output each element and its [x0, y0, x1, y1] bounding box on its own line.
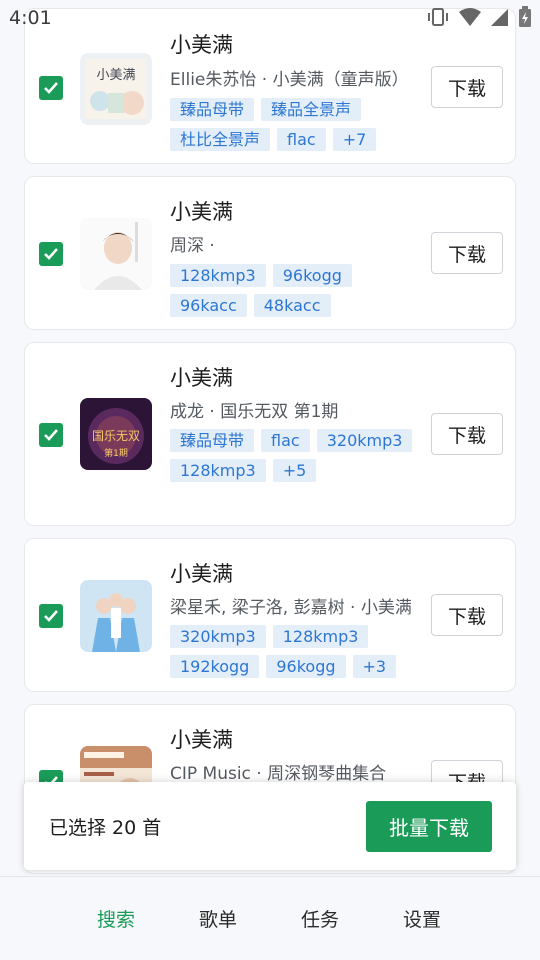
song-artist: 梁星禾, 梁子洛, 彭嘉树 · 小美满 — [170, 598, 412, 618]
quality-tags: 128kmp3 96kogg 96kacc 48kacc — [170, 264, 420, 317]
quality-tag: 臻品母带 — [170, 429, 255, 452]
quality-tag: 臻品全景声 — [261, 98, 362, 121]
status-bar: 4:01 — [0, 0, 540, 36]
song-title: 小美满 — [170, 200, 233, 224]
song-title: 小美满 — [170, 728, 233, 752]
song-title: 小美满 — [170, 366, 233, 390]
quality-tag-more: +7 — [332, 128, 377, 151]
download-button[interactable]: 下载 — [431, 232, 503, 274]
quality-tag: 320kmp3 — [170, 625, 266, 648]
song-artist: CIP Music · 周深钢琴曲集合 — [170, 764, 387, 784]
song-artist: Ellie朱苏怡 · 小美满（童声版） — [170, 70, 409, 90]
download-button[interactable]: 下载 — [431, 413, 503, 455]
signal-icon — [491, 9, 508, 26]
song-checkbox[interactable] — [39, 76, 63, 100]
nav-settings[interactable]: 设置 — [403, 905, 441, 932]
cover-subtext: 第1期 — [104, 447, 128, 459]
quality-tag: 96kacc — [170, 294, 247, 317]
quality-tag: 128kmp3 — [170, 264, 266, 287]
check-icon — [44, 429, 58, 441]
quality-tag: 96kogg — [266, 655, 346, 678]
album-cover: 小美满 — [80, 53, 152, 125]
quality-tags: 320kmp3 128kmp3 192kogg 96kogg +3 — [170, 625, 420, 678]
vibrate-icon — [428, 8, 448, 26]
song-card: 小美满 梁星禾, 梁子洛, 彭嘉树 · 小美满 320kmp3 128kmp3 … — [24, 538, 516, 692]
album-cover — [80, 580, 152, 652]
bulk-action-bar: 已选择 20 首 批量下载 — [24, 782, 516, 870]
song-artist: 周深 · — [170, 236, 215, 256]
quality-tags: 臻品母带 flac 320kmp3 128kmp3 +5 — [170, 429, 420, 482]
nav-tasks[interactable]: 任务 — [301, 905, 339, 932]
quality-tag: flac — [261, 429, 310, 452]
wifi-icon — [459, 8, 481, 26]
quality-tag: 128kmp3 — [170, 459, 266, 482]
battery-icon — [519, 6, 531, 27]
download-button[interactable]: 下载 — [431, 594, 503, 636]
song-checkbox[interactable] — [39, 423, 63, 447]
selected-count: 已选择 20 首 — [49, 817, 162, 839]
nav-playlists[interactable]: 歌单 — [199, 905, 237, 932]
quality-tags: 臻品母带 臻品全景声 杜比全景声 flac +7 — [170, 98, 420, 151]
bulk-download-button[interactable]: 批量下载 — [366, 801, 492, 852]
check-icon — [44, 82, 58, 94]
download-button[interactable]: 下载 — [431, 66, 503, 108]
song-card: 国乐无双 第1期 小美满 成龙 · 国乐无双 第1期 臻品母带 flac 320… — [24, 342, 516, 526]
status-icons — [426, 6, 532, 28]
bottom-nav: 搜索 歌单 任务 设置 — [0, 876, 540, 960]
song-checkbox[interactable] — [39, 604, 63, 628]
quality-tag: flac — [277, 128, 326, 151]
quality-tag-more: +5 — [272, 459, 317, 482]
cover-text: 小美满 — [96, 68, 135, 83]
song-checkbox[interactable] — [39, 242, 63, 266]
quality-tag: 臻品母带 — [170, 98, 255, 121]
quality-tag: 320kmp3 — [316, 429, 413, 452]
song-card: 小美满 周深 · 128kmp3 96kogg 96kacc 48kacc 下载 — [24, 176, 516, 330]
album-cover — [80, 218, 152, 290]
album-cover: 国乐无双 第1期 — [80, 398, 152, 470]
check-icon — [44, 610, 58, 622]
song-artist: 成龙 · 国乐无双 第1期 — [170, 402, 339, 422]
status-time: 4:01 — [9, 7, 52, 29]
quality-tag: 128kmp3 — [272, 625, 369, 648]
cover-text: 国乐无双 — [92, 429, 140, 443]
quality-tag: 192kogg — [170, 655, 260, 678]
quality-tag: 48kacc — [253, 294, 331, 317]
quality-tag: 96kogg — [272, 264, 352, 287]
quality-tag-more: +3 — [352, 655, 397, 678]
check-icon — [44, 248, 58, 260]
nav-search[interactable]: 搜索 — [97, 905, 135, 932]
quality-tag: 杜比全景声 — [170, 128, 271, 151]
song-title: 小美满 — [170, 562, 233, 586]
